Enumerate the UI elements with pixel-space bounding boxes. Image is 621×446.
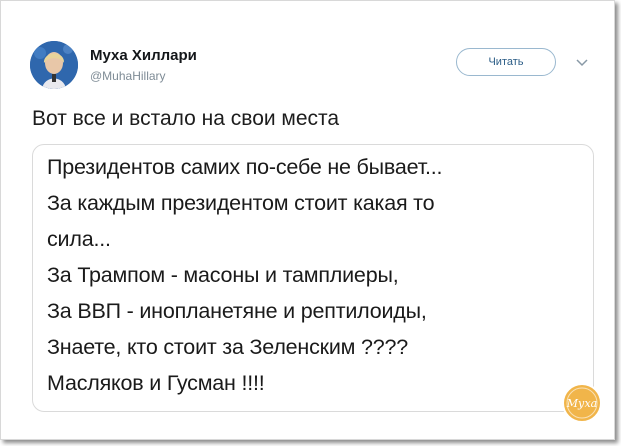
author-name[interactable]: Муха Хиллари — [90, 47, 197, 64]
media-line: За ВВП - инопланетяне и рептилоиды, — [47, 299, 427, 323]
media-line: Масляков и Гусман !!!! — [47, 371, 265, 395]
media-line: Президентов самих по-себе не бывает... — [47, 155, 443, 179]
tweet-card: Муха Хиллари @MuhaHillary Читать Вот все… — [0, 0, 615, 440]
chevron-down-icon[interactable] — [575, 55, 589, 69]
tweet-text: Вот все и встало на свои места — [32, 107, 340, 130]
media-line: Знаете, кто стоит за Зеленским ???? — [47, 335, 409, 359]
media-line: сила... — [47, 227, 111, 251]
media-line: За каждым президентом стоит какая то — [47, 191, 435, 215]
author-handle[interactable]: @MuhaHillary — [90, 69, 166, 83]
tweet-media[interactable]: Президентов самих по-себе не бывает... З… — [32, 144, 594, 412]
watermark-logo: Муха — [562, 383, 602, 423]
follow-button[interactable]: Читать — [456, 48, 556, 76]
watermark-text: Муха — [566, 397, 597, 410]
avatar[interactable] — [30, 41, 78, 89]
media-line: За Трампом - масоны и тамплиеры, — [47, 263, 399, 287]
avatar-image — [30, 41, 78, 89]
